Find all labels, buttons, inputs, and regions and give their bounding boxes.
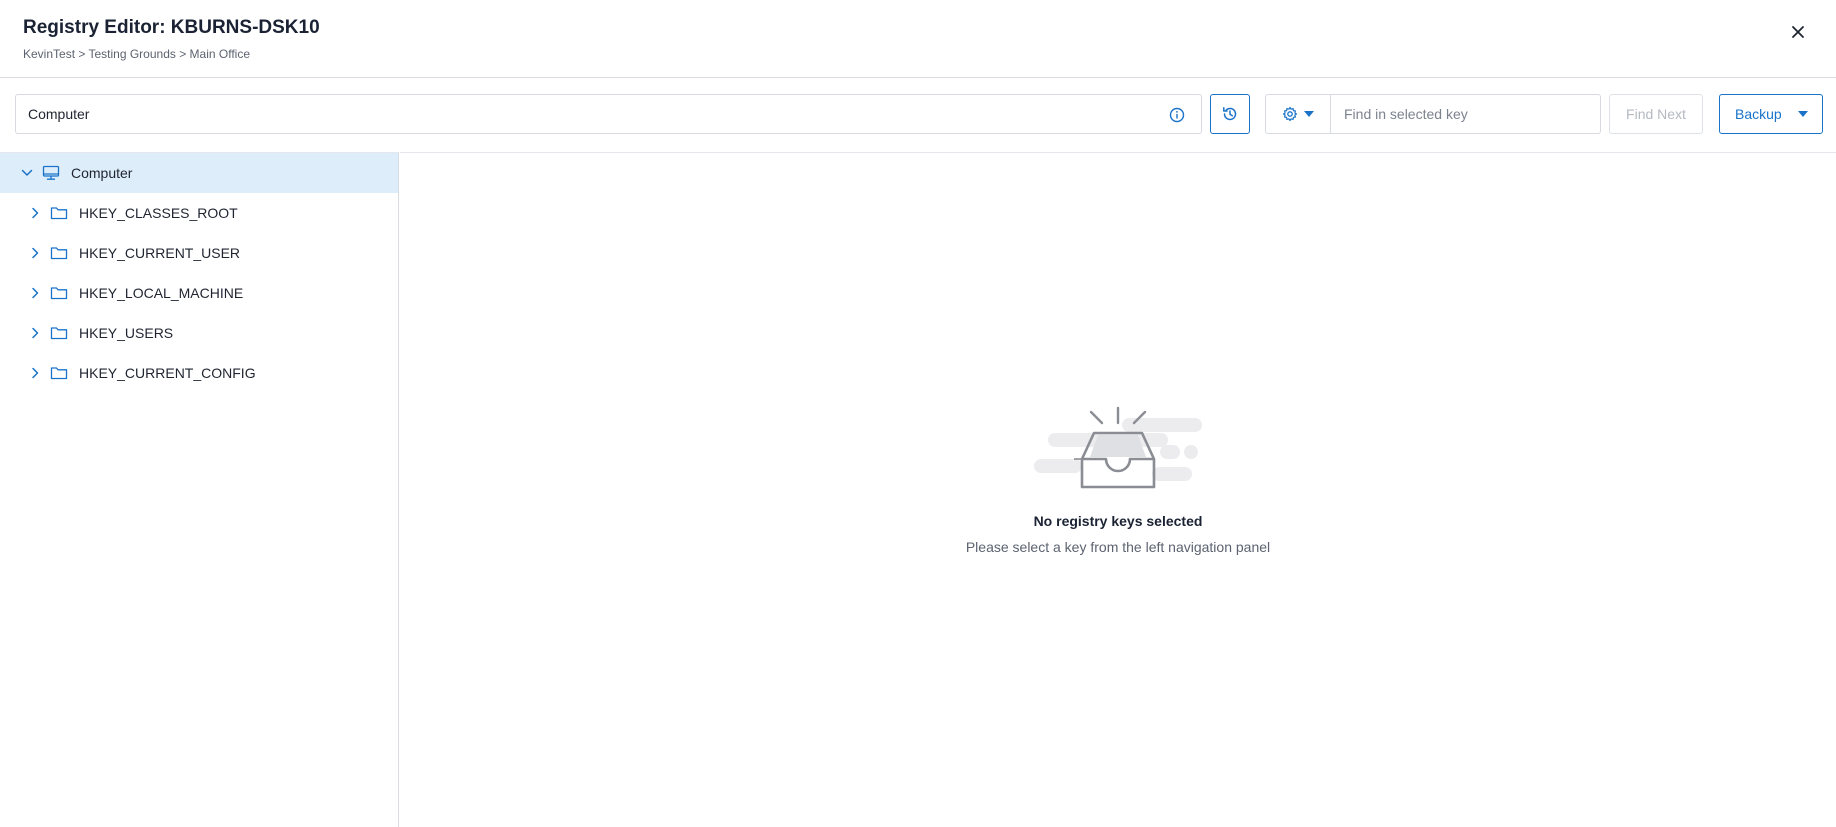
tree-item-label: HKEY_USERS [79,325,174,341]
monitor-icon [42,165,60,180]
page-title: Registry Editor: KBURNS-DSK10 [23,17,320,38]
folder-icon [50,327,68,340]
search-input[interactable] [1332,95,1600,133]
chevron-down-icon[interactable] [20,166,34,180]
close-icon [1792,26,1804,38]
tree-item-label: Computer [71,165,133,181]
registry-path-field[interactable]: Computer [15,94,1202,134]
chevron-right-icon[interactable] [28,246,42,260]
tree-item-label: HKEY_CURRENT_CONFIG [79,365,256,381]
find-next-button[interactable]: Find Next [1609,94,1703,134]
info-icon[interactable] [1169,107,1185,123]
tree-item-computer[interactable]: Computer [0,153,398,193]
folder-icon [50,287,68,300]
empty-inbox-icon [1034,406,1202,489]
chevron-right-icon[interactable] [28,206,42,220]
chevron-right-icon[interactable] [28,286,42,300]
search-group [1265,94,1601,134]
toolbar: Computer Find Next Backup [0,78,1836,152]
search-options-dropdown[interactable] [1266,95,1331,133]
gear-icon [1282,106,1298,122]
registry-tree: Computer HKEY_CLASSES_ROOT HKEY_CURRENT_… [0,152,399,827]
registry-path-value: Computer [28,106,90,122]
registry-values-panel: No registry keys selected Please select … [400,152,1836,827]
tree-item-hkey-classes-root[interactable]: HKEY_CLASSES_ROOT [0,193,398,233]
caret-down-icon [1304,111,1314,117]
backup-button[interactable]: Backup [1719,94,1823,134]
chevron-right-icon[interactable] [28,326,42,340]
tree-item-label: HKEY_CURRENT_USER [79,245,241,261]
close-button[interactable] [1786,20,1810,44]
caret-down-icon [1798,111,1808,117]
dialog-header: Registry Editor: KBURNS-DSK10 KevinTest … [0,0,1836,78]
tree-item-hkey-users[interactable]: HKEY_USERS [0,313,398,353]
empty-state-title: No registry keys selected [1033,513,1203,529]
history-button[interactable] [1210,94,1250,134]
backup-button-label: Backup [1735,106,1782,122]
tree-item-hkey-current-user[interactable]: HKEY_CURRENT_USER [0,233,398,273]
folder-icon [50,367,68,380]
chevron-right-icon[interactable] [28,366,42,380]
empty-state-subtitle: Please select a key from the left naviga… [965,539,1271,555]
history-icon [1223,107,1237,121]
tree-item-hkey-current-config[interactable]: HKEY_CURRENT_CONFIG [0,353,398,393]
folder-icon [50,207,68,220]
tree-item-label: HKEY_LOCAL_MACHINE [79,285,244,301]
tree-item-label: HKEY_CLASSES_ROOT [79,205,238,221]
folder-icon [50,247,68,260]
tree-item-hkey-local-machine[interactable]: HKEY_LOCAL_MACHINE [0,273,398,313]
breadcrumb: KevinTest > Testing Grounds > Main Offic… [23,47,251,61]
